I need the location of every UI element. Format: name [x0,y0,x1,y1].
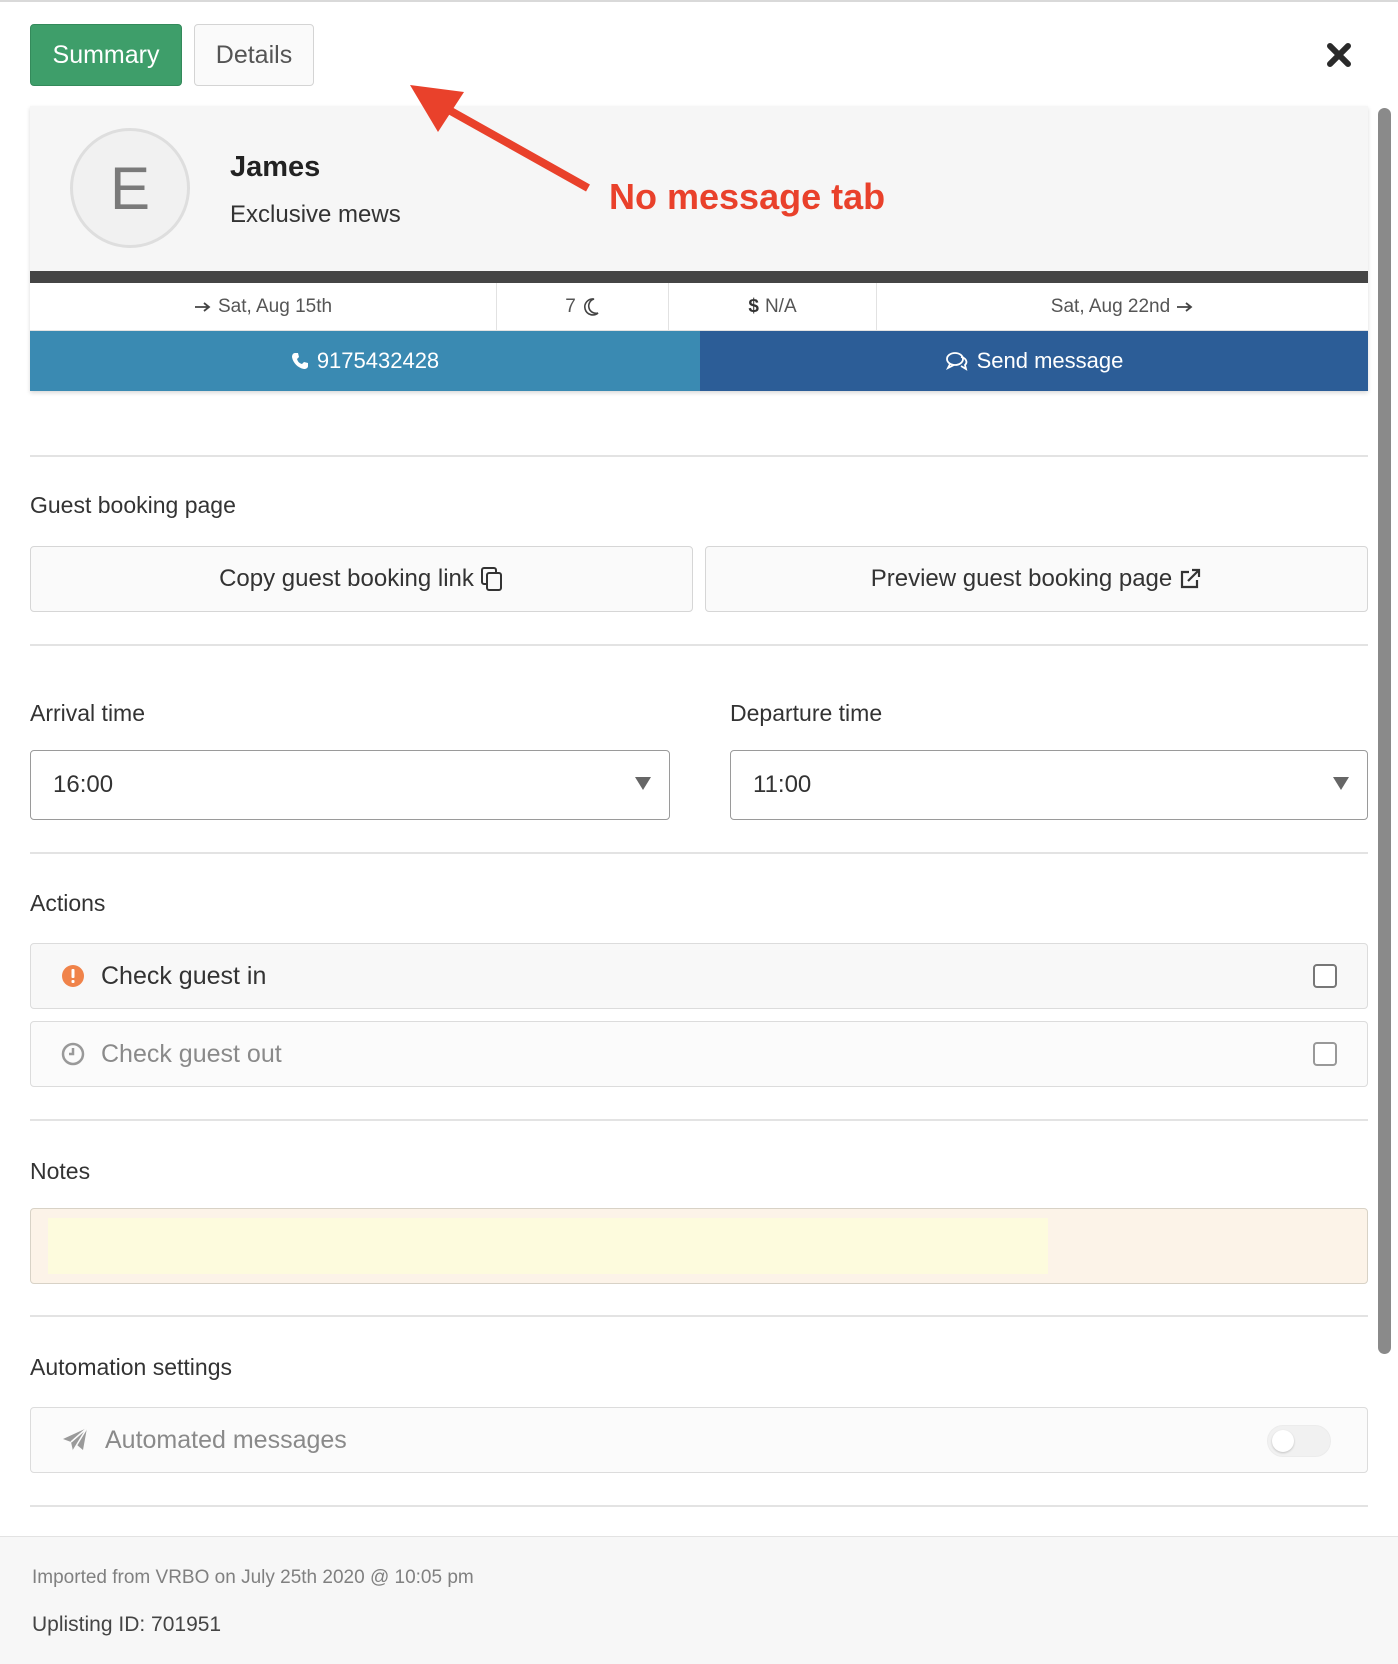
paper-plane-icon [63,1427,88,1452]
check-guest-out-checkbox[interactable] [1313,1042,1337,1066]
arrival-time-select[interactable]: 16:00 [30,750,670,820]
check-guest-out-row[interactable]: Check guest out [30,1021,1368,1087]
property-name: Exclusive mews [230,201,401,228]
notes-input[interactable] [48,1218,1048,1274]
notes-label: Notes [30,1158,91,1184]
nights-count-text: 7 [565,295,576,317]
chevron-down-icon [1333,777,1349,790]
avatar: E [70,128,190,248]
toggle-knob [1272,1430,1294,1452]
preview-booking-page-button[interactable]: Preview guest booking page [705,546,1368,612]
divider [30,455,1368,457]
chevron-down-icon [635,777,651,790]
automated-messages-row: Automated messages [30,1407,1368,1473]
divider [30,1119,1368,1121]
tab-summary[interactable]: Summary [30,24,182,86]
top-border [0,0,1398,4]
price-text: N/A [764,295,797,317]
departure-date-text: Sat, Aug 22nd [1050,295,1171,317]
contact-actions: 9175432428 Send message [30,331,1368,391]
header-bar [30,271,1368,283]
copy-booking-link-button[interactable]: Copy guest booking link [30,546,693,612]
close-button[interactable] [1322,38,1356,72]
arrival-date: Sat, Aug 15th [30,283,497,330]
departure-time-select[interactable]: 11:00 [730,750,1368,820]
footer: Imported from VRBO on July 25th 2020 @ 1… [0,1536,1398,1664]
notes-field[interactable] [30,1208,1368,1284]
check-guest-in-row[interactable]: Check guest in [30,943,1368,1009]
arrival-time-label: Arrival time [30,700,146,726]
divider [30,1505,1368,1507]
divider [30,1315,1368,1317]
clock-icon [61,1042,85,1066]
external-link-icon [1181,568,1201,589]
arrival-time-value: 16:00 [53,771,114,798]
guest-card: E James Exclusive mews Sat, Aug 15th 7 $… [30,106,1368,391]
stay-stats: Sat, Aug 15th 7 $ N/A Sat, Aug 22nd [30,283,1368,331]
scrollbar-thumb[interactable] [1378,108,1391,1354]
departure-time-value: 11:00 [753,771,812,798]
automated-messages-toggle[interactable] [1267,1425,1331,1457]
close-icon [1327,43,1351,67]
send-message-button[interactable]: Send message [700,331,1368,391]
warning-circle-icon [62,965,84,987]
automation-settings-label: Automation settings [30,1354,233,1380]
arrival-date-text: Sat, Aug 15th [217,295,333,317]
arrow-right-icon [194,301,211,312]
guest-booking-label: Guest booking page [30,492,236,518]
annotation-arrow [410,85,590,192]
uplisting-id: Uplisting ID: 701951 [32,1613,222,1636]
call-button[interactable]: 9175432428 [30,331,700,391]
price: $ N/A [669,283,877,330]
guest-name: James [230,151,321,183]
check-guest-out-label: Check guest out [101,1039,282,1068]
dollar-icon: $ [748,295,759,317]
phone-number: 9175432428 [316,348,440,373]
divider [30,644,1368,646]
copy-booking-link-label: Copy guest booking link [219,565,474,592]
phone-icon [291,353,308,369]
arrow-right-icon [1177,301,1193,312]
chat-icon [945,352,968,371]
preview-booking-page-label: Preview guest booking page [870,565,1173,592]
check-guest-in-label: Check guest in [101,961,267,990]
tab-details[interactable]: Details [194,24,314,86]
annotation-text: No message tab [609,176,886,217]
check-guest-in-checkbox[interactable] [1313,964,1337,988]
actions-label: Actions [30,890,106,916]
nights-count: 7 [497,283,669,330]
departure-time-label: Departure time [730,700,883,726]
moon-icon [583,297,599,316]
divider [30,852,1368,854]
copy-icon [480,567,502,591]
automated-messages-label: Automated messages [105,1425,347,1454]
departure-date: Sat, Aug 22nd [877,283,1368,330]
import-info: Imported from VRBO on July 25th 2020 @ 1… [32,1567,474,1588]
send-message-label: Send message [976,348,1124,373]
